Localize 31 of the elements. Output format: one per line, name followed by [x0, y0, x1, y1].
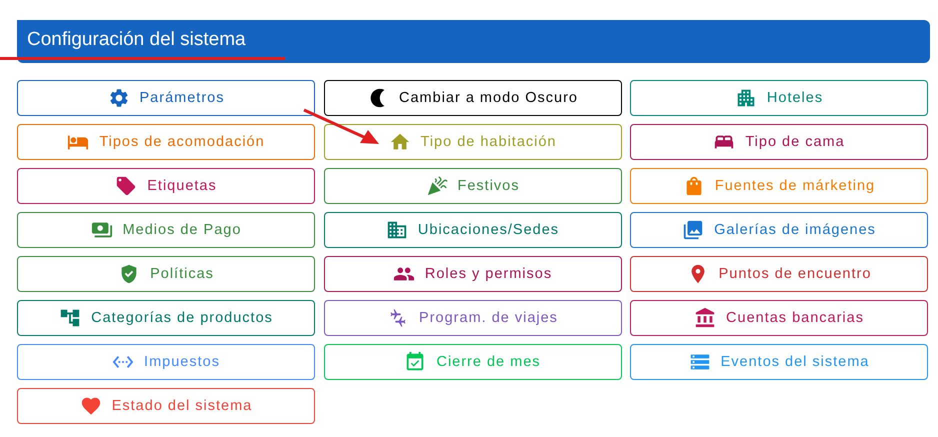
building-icon [386, 219, 408, 241]
menu-button[interactable]: Políticas [17, 256, 315, 292]
sitemap-icon [59, 307, 82, 329]
menu-button[interactable]: Galerías de imágenes [630, 212, 928, 248]
heart-icon [80, 395, 102, 417]
menu-button[interactable]: Ubicaciones/Sedes [324, 212, 622, 248]
menu-button[interactable]: Tipo de habitación [324, 124, 622, 160]
menu-button[interactable]: Medios de Pago [17, 212, 315, 248]
menu-button[interactable]: Categorías de productos [17, 300, 315, 336]
menu-button[interactable]: Program. de viajes [324, 300, 622, 336]
menu-button[interactable]: Etiquetas [17, 168, 315, 204]
tag-icon [115, 175, 138, 197]
menu-button[interactable]: Eventos del sistema [630, 344, 928, 380]
party-popper-icon [426, 175, 448, 197]
calendar-check-icon [404, 351, 426, 373]
menu-button[interactable]: Tipos de acomodación [17, 124, 315, 160]
page-title: Configuración del sistema [27, 28, 246, 50]
menu-button[interactable]: Hoteles [630, 80, 928, 116]
menu-button[interactable]: Cambiar a modo Oscuro [324, 80, 622, 116]
gear-icon [108, 87, 130, 109]
menu-button[interactable]: Puntos de encuentro [630, 256, 928, 292]
menu-button[interactable]: Fuentes de márketing [630, 168, 928, 204]
bank-icon [694, 307, 716, 329]
menu-button[interactable]: Roles y permisos [324, 256, 622, 292]
menu-button[interactable]: Parámetros [17, 80, 315, 116]
menu-button[interactable]: Estado del sistema [17, 388, 315, 424]
photo-library-icon [682, 219, 704, 241]
menu-button[interactable]: Impuestos [17, 344, 315, 380]
menu-button[interactable]: Festivos [324, 168, 622, 204]
menu-button[interactable]: Tipo de cama [630, 124, 928, 160]
menu-button[interactable]: Cuentas bancarias [630, 300, 928, 336]
